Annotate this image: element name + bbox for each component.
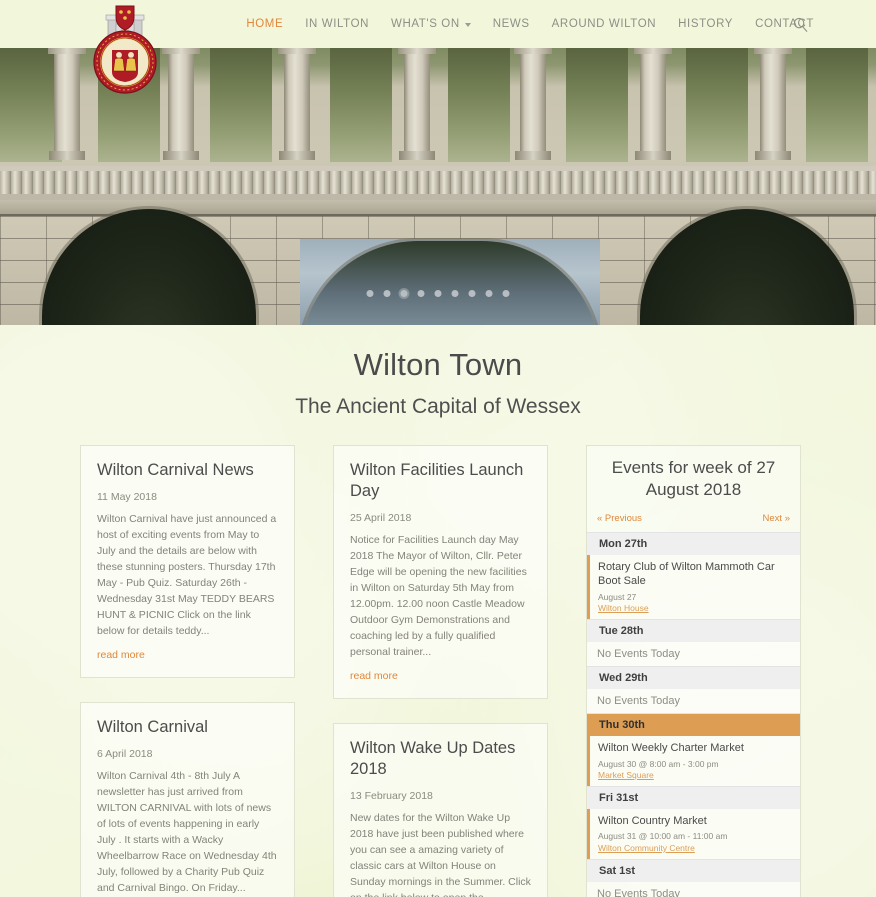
news-card[interactable]: Wilton Carnival News 11 May 2018 Wilton … — [80, 445, 295, 678]
news-date: 6 April 2018 — [97, 747, 153, 760]
day-header-today: Thu 30th — [587, 713, 800, 737]
event-name: Wilton Weekly Charter Market — [598, 742, 744, 755]
events-pagination[interactable]: « Previous Next » — [587, 501, 800, 532]
news-date: 25 April 2018 — [350, 512, 412, 525]
slider-dot[interactable] — [485, 290, 493, 297]
event-name: Wilton Country Market — [598, 815, 707, 828]
news-excerpt: New dates for the Wilton Wake Up 2018 ha… — [350, 812, 531, 897]
news-title: Wilton Wake Up Dates 2018 — [350, 738, 516, 778]
bridge-arch — [42, 209, 256, 325]
event-venue-link[interactable]: Market Square — [598, 770, 792, 780]
slider-dot[interactable] — [468, 290, 476, 297]
events-widget-title: Events for week of 27 August 2018 — [611, 458, 776, 500]
bridge-arch — [640, 209, 854, 325]
nav-label: WHAT'S ON — [391, 18, 460, 30]
slider-dot-active[interactable] — [400, 290, 408, 297]
slider-dot[interactable] — [434, 290, 442, 297]
news-card[interactable]: Wilton Wake Up Dates 2018 13 February 20… — [333, 722, 548, 897]
nav-label: IN WILTON — [305, 18, 370, 30]
nav-label: AROUND WILTON — [551, 18, 657, 30]
news-title: Wilton Facilities Launch Day — [350, 461, 524, 501]
event-time: August 31 @ 10:00 am - 11:00 am — [598, 831, 728, 842]
page-title: Wilton Town — [353, 347, 523, 382]
event-name: Rotary Club of Wilton Mammoth Car Boot S… — [598, 561, 775, 588]
news-card[interactable]: Wilton Carnival 6 April 2018 Wilton Carn… — [80, 701, 295, 897]
nav-item-around-wilton[interactable]: AROUND WILTON — [552, 18, 657, 30]
read-more-link[interactable]: read more — [97, 649, 145, 661]
day-header: Tue 28th — [587, 619, 800, 643]
nav-label: HOME — [246, 18, 284, 30]
news-title: Wilton Carnival — [97, 717, 208, 736]
no-events-message: No Events Today — [587, 881, 800, 897]
site-logo[interactable] — [88, 4, 162, 96]
events-widget: Events for week of 27 August 2018 « Prev… — [586, 445, 801, 897]
slider-dots[interactable] — [366, 290, 510, 297]
nav-item-news[interactable]: NEWS — [493, 18, 530, 30]
day-header: Fri 31st — [587, 786, 800, 810]
nav-item-home[interactable]: HOME — [246, 18, 283, 30]
nav-label: HISTORY — [678, 18, 734, 30]
slider-dot[interactable] — [502, 290, 510, 297]
day-header: Mon 27th — [587, 532, 800, 556]
news-column-middle: Wilton Facilities Launch Day 25 April 20… — [333, 445, 548, 897]
main-navigation[interactable]: HOME IN WILTON WHAT'S ON NEWS AROUND WIL… — [246, 18, 876, 30]
nav-item-in-wilton[interactable]: IN WILTON — [305, 18, 369, 30]
news-excerpt: Wilton Carnival 4th - 8th July A newslet… — [97, 769, 277, 894]
event-time: August 30 @ 8:00 am - 3:00 pm — [598, 758, 719, 769]
news-column-left: Wilton Carnival News 11 May 2018 Wilton … — [80, 445, 295, 897]
main-content: Wilton Town The Ancient Capital of Wesse… — [0, 325, 876, 897]
news-date: 11 May 2018 — [97, 491, 157, 504]
no-events-message: No Events Today — [587, 642, 800, 667]
event-venue-link[interactable]: Wilton Community Centre — [598, 843, 792, 853]
event-venue-link[interactable]: Wilton House — [598, 603, 792, 613]
news-date: 13 February 2018 — [350, 790, 433, 803]
bridge-stonework — [0, 209, 876, 325]
news-title: Wilton Carnival News — [97, 461, 254, 479]
site-header: HOME IN WILTON WHAT'S ON NEWS AROUND WIL… — [0, 0, 876, 94]
slider-dot[interactable] — [366, 290, 374, 297]
next-week-link[interactable]: Next » — [763, 513, 790, 524]
slider-dot[interactable] — [383, 290, 391, 297]
nav-item-whats-on[interactable]: WHAT'S ON — [391, 18, 471, 30]
slider-dot[interactable] — [451, 290, 459, 297]
search-icon[interactable] — [793, 17, 808, 32]
slider-dot[interactable] — [417, 290, 425, 297]
news-card[interactable]: Wilton Facilities Launch Day 25 April 20… — [333, 445, 548, 699]
news-excerpt: Wilton Carnival have just announced a ho… — [97, 513, 277, 637]
nav-item-history[interactable]: HISTORY — [678, 18, 733, 30]
event-item[interactable]: Wilton Weekly Charter Market August 30 @… — [587, 736, 800, 787]
event-item[interactable]: Rotary Club of Wilton Mammoth Car Boot S… — [587, 555, 800, 620]
day-header: Sat 1st — [587, 858, 800, 882]
read-more-link[interactable]: read more — [350, 670, 398, 682]
day-header: Wed 29th — [587, 666, 800, 690]
content-columns: Wilton Carnival News 11 May 2018 Wilton … — [0, 419, 876, 897]
page-subtitle: The Ancient Capital of Wessex — [295, 395, 581, 418]
event-item[interactable]: Wilton Country Market August 31 @ 10:00 … — [587, 809, 800, 859]
events-column: Events for week of 27 August 2018 « Prev… — [586, 445, 801, 897]
balustrade-decoration — [0, 166, 876, 200]
no-events-message: No Events Today — [587, 689, 800, 714]
chevron-down-icon — [464, 23, 471, 27]
news-excerpt: Notice for Facilities Launch day May 201… — [350, 534, 527, 658]
title-block: Wilton Town The Ancient Capital of Wesse… — [0, 325, 876, 419]
previous-week-link[interactable]: « Previous — [597, 513, 642, 524]
event-time: August 27 — [598, 591, 637, 602]
nav-label: NEWS — [492, 18, 530, 30]
